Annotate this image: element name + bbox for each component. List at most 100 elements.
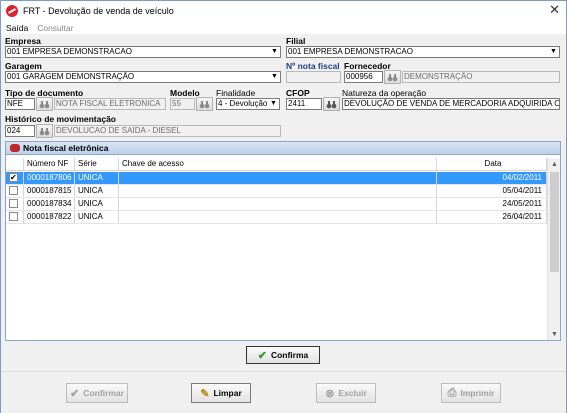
excluir-label: Excluir [338,388,367,398]
natureza-label: Natureza da operação [342,88,427,98]
modelo-field[interactable]: 55 [170,98,195,110]
row-checkbox[interactable] [9,199,18,208]
fornecedor-code-field[interactable]: 000956 [344,71,383,83]
row-checkbox-cell [6,198,24,210]
grid-scrollbar[interactable]: ▲ ▼ [547,158,560,340]
garagem-value: 001 GARAGEM DEMONSTRAÇÃO [7,72,135,81]
nota-fiscal-field[interactable] [286,71,341,83]
cell-data: 26/04/2011 [437,211,547,223]
historico-label: Histórico de movimentação [5,114,117,124]
fornecedor-name-field: DEMONSTRAÇÃO [402,71,560,83]
row-checkbox[interactable] [9,186,18,195]
binoculars-icon [39,100,50,108]
tipo-documento-name-field: NOTA FISCAL ELETRONICA [54,98,166,110]
menu-consultar[interactable]: Consultar [37,23,73,33]
title-bar: FRT - Devolução de venda de veículo ✕ [1,1,566,21]
scroll-down-icon[interactable]: ▼ [548,328,561,340]
binoculars-icon [387,73,398,81]
row-checkbox-cell [6,185,24,197]
menu-saida[interactable]: Saída [6,23,28,33]
main-window: FRT - Devolução de venda de veículo ✕ Sa… [0,0,567,413]
fornecedor-search-button[interactable] [384,70,401,84]
empresa-value: 001 EMPRESA DEMONSTRACAO [7,47,132,56]
table-row[interactable]: 0000187834 UNICA 24/05/2011 [6,198,547,211]
tipo-documento-code-field[interactable]: NFE [5,98,35,110]
col-chave-acesso[interactable]: Chave de acesso [119,158,437,170]
row-checkbox[interactable] [9,212,18,221]
checkmark-icon: ✔ [257,349,267,362]
cell-serie: UNICA [75,185,119,197]
confirma-label: Confirma [270,350,309,360]
historico-search-button[interactable] [36,124,53,138]
historico-code-field[interactable]: 024 [5,125,35,137]
binoculars-icon [39,127,50,135]
row-checkbox-cell [6,211,24,223]
confirmar-button[interactable]: ✔ Confirmar [66,383,128,403]
filial-value: 001 EMPRESA DEMONSTRACAO [288,47,413,56]
delete-icon: ⊗ [325,387,335,400]
grid-header-check [6,158,24,170]
app-logo-icon [6,5,18,17]
printer-icon: ⎙ [447,386,457,399]
grid-rows: 0000187806 UNICA 04/02/2011 0000187815 U… [6,172,547,224]
chevron-down-icon: ▼ [271,73,278,80]
scroll-thumb[interactable] [550,172,559,272]
binoculars-icon [199,100,210,108]
col-serie[interactable]: Série [75,158,119,170]
cell-numero: 0000187806 [24,172,75,184]
chevron-down-icon: ▼ [550,48,557,55]
panel-title: Nota fiscal eletrônica [23,143,109,153]
binoculars-icon [326,100,337,108]
table-row[interactable]: 0000187815 UNICA 05/04/2011 [6,185,547,198]
limpar-label: Limpar [213,388,242,398]
cell-numero: 0000187815 [24,185,75,197]
cell-numero: 0000187822 [24,211,75,223]
broom-icon: ✎ [200,387,210,400]
confirma-button[interactable]: ✔ Confirma [246,346,320,364]
close-button[interactable]: ✕ [549,3,560,17]
filial-label: Filial [286,36,306,46]
cell-numero: 0000187834 [24,198,75,210]
cell-serie: UNICA [75,198,119,210]
cell-serie: UNICA [75,172,119,184]
checkmark-icon: ✔ [70,387,80,400]
chevron-down-icon: ▼ [271,48,278,55]
empresa-select[interactable]: 001 EMPRESA DEMONSTRACAO ▼ [5,46,281,58]
cfop-field[interactable]: 2411 [286,98,322,110]
grid-header: Número NF Série Chave de acesso Data [6,158,547,171]
finalidade-select[interactable]: 4 - Devolução ▼ [216,98,280,110]
row-checkbox[interactable] [9,172,18,184]
modelo-search-button[interactable] [196,97,213,111]
cfop-search-button[interactable] [323,97,340,111]
historico-name-field: DEVOLUCAO DE SAIDA - DIESEL [54,125,281,137]
garagem-label: Garagem [5,61,42,71]
row-checkbox-cell [6,172,24,184]
cell-chave [119,185,437,197]
scroll-up-icon[interactable]: ▲ [548,158,561,170]
excluir-button[interactable]: ⊗ Excluir [316,383,376,403]
window-title: FRT - Devolução de venda de veículo [23,6,174,16]
cell-serie: UNICA [75,211,119,223]
garagem-select[interactable]: 001 GARAGEM DEMONSTRAÇÃO ▼ [5,71,281,83]
menu-bar: Saída Consultar [1,21,566,34]
col-numero-nf[interactable]: Número NF [24,158,75,170]
nota-fiscal-label: Nº nota fiscal [286,61,340,71]
cfop-label: CFOP [286,88,310,98]
table-row[interactable]: 0000187806 UNICA 04/02/2011 [6,172,547,185]
imprimir-button[interactable]: ⎙ Imprimir [441,383,501,403]
limpar-button[interactable]: ✎ Limpar [191,383,251,403]
filial-select[interactable]: 001 EMPRESA DEMONSTRACAO ▼ [286,46,560,58]
natureza-field[interactable]: DEVOLUÇÃO DE VENDA DE MERCADORIA ADQUIRI… [342,98,560,110]
empresa-label: Empresa [5,36,41,46]
panel-header: Nota fiscal eletrônica [6,142,560,155]
nfe-icon [10,144,20,152]
nota-fiscal-panel: Nota fiscal eletrônica Número NF Série C… [5,141,561,341]
tipo-documento-search-button[interactable] [36,97,53,111]
cell-chave [119,172,437,184]
imprimir-label: Imprimir [460,388,495,398]
table-row[interactable]: 0000187822 UNICA 26/04/2011 [6,211,547,224]
cell-data: 24/05/2011 [437,198,547,210]
finalidade-value: 4 - Devolução [218,99,268,108]
cell-data: 04/02/2011 [437,172,547,184]
col-data[interactable]: Data [437,158,547,170]
